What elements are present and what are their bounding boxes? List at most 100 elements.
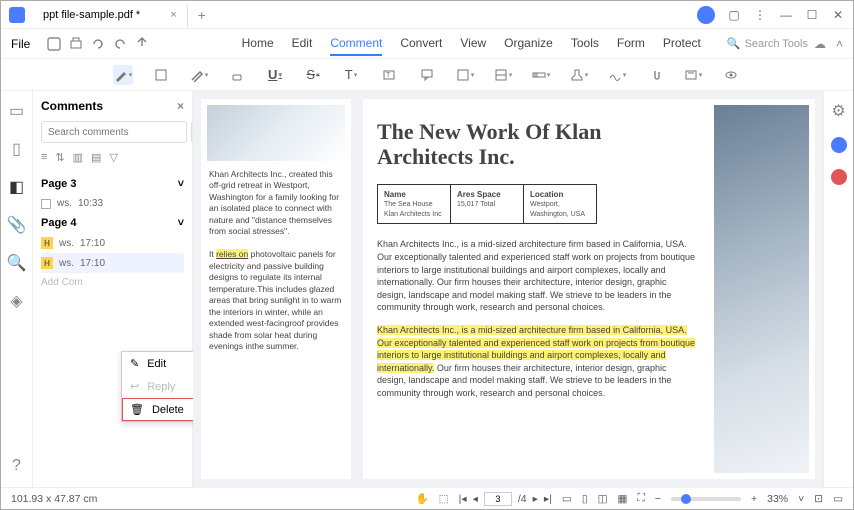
last-page-icon[interactable]: ▸| [544, 493, 552, 505]
zoom-slider[interactable] [671, 497, 741, 501]
filter-icon-4[interactable]: ▽ [109, 151, 117, 164]
pencil-tool[interactable]: ▾ [189, 65, 209, 85]
fullscreen-icon[interactable]: ⛶ [637, 492, 644, 505]
chevron-down-icon: ˅ [178, 178, 184, 190]
edit-icon: ✎ [130, 357, 139, 370]
view-mode-1-icon[interactable]: ▭ [562, 493, 572, 505]
tab-convert[interactable]: Convert [400, 32, 442, 56]
ai-icon[interactable] [831, 137, 847, 153]
delete-icon: 🗑 [130, 403, 144, 416]
search-comments-input[interactable] [41, 121, 187, 143]
new-tab-button[interactable]: + [198, 7, 206, 23]
collapse-icon[interactable]: ˄ [836, 37, 843, 51]
zoom-value: 33% [767, 493, 788, 505]
svg-text:T: T [386, 72, 391, 79]
comment-panel-icon[interactable]: ◧ [9, 177, 24, 197]
thumbnail-icon[interactable]: ▭ [9, 101, 24, 121]
comment-item[interactable]: H ws.17:10 [41, 233, 184, 253]
tab-comment[interactable]: Comment [330, 32, 382, 56]
maximize-icon[interactable]: ☐ [805, 8, 819, 22]
prev-page-icon[interactable]: ◂ [473, 493, 478, 505]
highlight-tool[interactable]: ▾ [113, 65, 133, 85]
fit-icon[interactable]: ⊡ [814, 493, 823, 505]
read-mode-icon[interactable]: ▭ [833, 493, 843, 505]
view-mode-2-icon[interactable]: ▯ [582, 493, 588, 505]
underline-tool[interactable]: U▾ [265, 65, 285, 85]
area-highlight-tool[interactable] [151, 65, 171, 85]
close-tab-icon[interactable]: × [170, 9, 176, 21]
right-sidebar: ⚙ [823, 91, 853, 487]
tab-protect[interactable]: Protect [663, 32, 701, 56]
minimize-icon[interactable]: — [779, 8, 793, 22]
share-icon[interactable] [134, 36, 150, 52]
redo-icon[interactable] [112, 36, 128, 52]
measure-tool[interactable]: ▾ [531, 65, 551, 85]
sort-icon[interactable]: ≡ [41, 151, 47, 164]
save-icon[interactable] [46, 36, 62, 52]
next-page-icon[interactable]: ▸ [533, 493, 538, 505]
user-avatar[interactable] [697, 6, 715, 24]
document-tab[interactable]: ppt file-sample.pdf * × [33, 3, 188, 27]
view-mode-3-icon[interactable]: ◫ [598, 493, 608, 505]
comments-list-tool[interactable]: ▾ [683, 65, 703, 85]
panel-close-icon[interactable]: × [177, 99, 184, 113]
close-icon[interactable]: ✕ [831, 8, 845, 22]
tab-form[interactable]: Form [617, 32, 645, 56]
print-icon[interactable] [68, 36, 84, 52]
hide-comments-tool[interactable] [721, 65, 741, 85]
page-3-section[interactable]: Page 3˅ [41, 174, 184, 194]
select-tool-icon[interactable]: ⬚ [439, 493, 449, 505]
comment-checkbox[interactable] [41, 199, 51, 209]
view-mode-4-icon[interactable]: ▦ [618, 493, 628, 505]
cloud-icon[interactable]: ☁ [814, 37, 826, 51]
tab-home[interactable]: Home [242, 32, 274, 56]
filter-icon-2[interactable]: ▥ [73, 151, 83, 164]
search-tools[interactable]: 🔍 Search Tools [727, 37, 808, 50]
filter-icon-3[interactable]: ▤ [91, 151, 101, 164]
stamp-tool[interactable]: ▾ [569, 65, 589, 85]
translate-icon[interactable] [831, 169, 847, 185]
help-icon[interactable]: ? [12, 457, 21, 475]
text-tool[interactable]: T▾ [341, 65, 361, 85]
signature-tool[interactable]: ▾ [607, 65, 627, 85]
kebab-icon[interactable]: ⋮ [753, 8, 767, 22]
page-number-input[interactable] [484, 492, 512, 506]
undo-icon[interactable] [90, 36, 106, 52]
first-page-icon[interactable]: |◂ [459, 493, 467, 505]
panel-title: Comments [41, 99, 103, 113]
app-logo [9, 7, 25, 23]
shapes-tool[interactable]: ▾ [493, 65, 513, 85]
file-menu[interactable]: File [11, 37, 30, 51]
zoom-in-icon[interactable]: + [751, 493, 757, 505]
zoom-dropdown-icon[interactable]: ˅ [798, 493, 804, 505]
page-left: Khan Architects Inc., created this off-g… [201, 99, 351, 479]
search-panel-icon[interactable]: 🔍 [7, 253, 27, 273]
filter-icon-1[interactable]: ⇅ [55, 151, 64, 164]
tab-view[interactable]: View [460, 32, 486, 56]
add-comment[interactable]: Add Com [41, 273, 184, 292]
bookmark-icon[interactable]: ▯ [12, 139, 21, 159]
tab-edit[interactable]: Edit [292, 32, 313, 56]
page-hero-image [714, 105, 809, 473]
comment-item-selected[interactable]: H ws.17:10 [41, 253, 184, 273]
eraser-tool[interactable] [227, 65, 247, 85]
layers-icon[interactable]: ◈ [10, 291, 22, 311]
properties-icon[interactable]: ⚙ [831, 101, 845, 121]
strikethrough-tool[interactable]: S▾ [303, 65, 323, 85]
tab-tools[interactable]: Tools [571, 32, 599, 56]
callout-tool[interactable] [417, 65, 437, 85]
textbox-tool[interactable]: T [379, 65, 399, 85]
page-image [207, 105, 345, 161]
chevron-down-icon: ˅ [178, 217, 184, 229]
page-right: The New Work Of Klan Architects Inc. Nam… [363, 99, 815, 479]
attachment-tool[interactable] [645, 65, 665, 85]
comment-item[interactable]: ws.10:33 [41, 194, 184, 213]
zoom-out-icon[interactable]: − [655, 493, 661, 505]
tab-organize[interactable]: Organize [504, 32, 553, 56]
hand-tool-icon[interactable]: ✋ [416, 492, 429, 505]
note-tool[interactable]: ▾ [455, 65, 475, 85]
chat-icon[interactable]: ▢ [727, 8, 741, 22]
attachment-icon[interactable]: 📎 [7, 215, 27, 235]
page-4-section[interactable]: Page 4˅ [41, 213, 184, 233]
document-area[interactable]: Khan Architects Inc., created this off-g… [193, 91, 823, 487]
